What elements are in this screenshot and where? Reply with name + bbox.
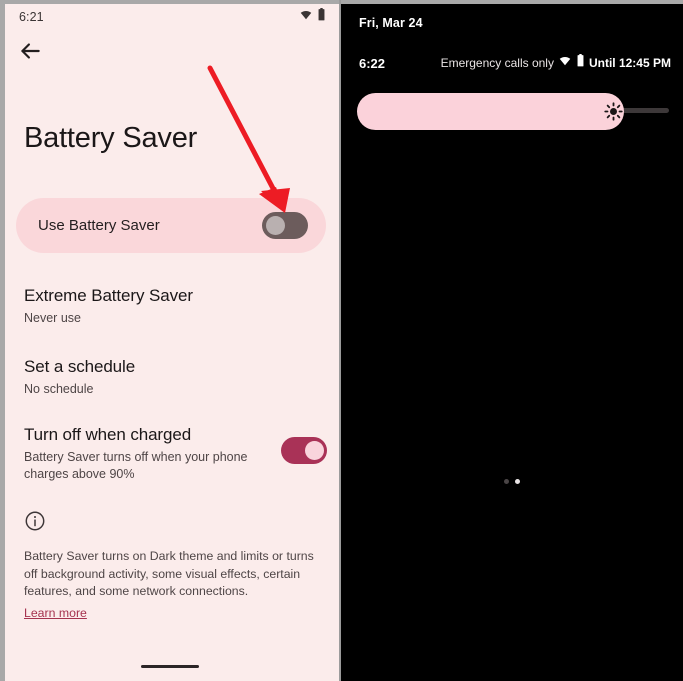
setting-subtitle: Battery Saver turns off when your phone …: [24, 450, 248, 481]
brightness-sun-icon: [604, 102, 623, 121]
setting-set-a-schedule[interactable]: Set a schedule No schedule: [24, 356, 324, 397]
toggle-knob: [266, 216, 285, 235]
setting-title: Set a schedule: [24, 357, 136, 376]
settings-status-bar: 6:21: [0, 4, 339, 30]
page-dot[interactable]: [504, 479, 509, 484]
use-battery-saver-row[interactable]: Use Battery Saver: [16, 198, 326, 253]
info-circle-icon: [24, 510, 46, 532]
page-title: Battery Saver: [24, 122, 198, 154]
brightness-slider[interactable]: [357, 93, 669, 130]
battery-saver-settings-panel: 6:21 Battery Saver Use Battery Saver Ext…: [0, 0, 341, 681]
brightness-fill: [357, 93, 624, 130]
turn-off-when-charged-toggle[interactable]: [281, 437, 327, 464]
quick-settings-clock: 6:22: [359, 55, 386, 71]
home-indicator[interactable]: [140, 665, 199, 668]
page-dot-active[interactable]: [515, 479, 520, 484]
battery-icon: [317, 8, 326, 26]
setting-subtitle: No schedule: [24, 382, 94, 396]
screenshot-root: 6:21 Battery Saver Use Battery Saver Ext…: [0, 0, 683, 681]
status-bar-time: 6:21: [19, 10, 44, 24]
status-bar-icons: [299, 8, 326, 26]
use-battery-saver-label: Use Battery Saver: [38, 217, 160, 234]
use-battery-saver-toggle[interactable]: [262, 212, 308, 239]
learn-more-link[interactable]: Learn more: [24, 606, 87, 620]
setting-extreme-battery-saver[interactable]: Extreme Battery Saver Never use: [24, 285, 324, 326]
quick-settings-panel: Fri, Mar 24 6:22 Emergency calls only Un…: [341, 0, 683, 681]
setting-text-block: Turn off when charged Battery Saver turn…: [24, 425, 259, 482]
page-indicator[interactable]: [341, 479, 683, 484]
battery-status-label: Until 12:45 PM: [588, 56, 671, 70]
carrier-status-label: Emergency calls only: [440, 56, 554, 70]
wifi-icon: [299, 8, 313, 26]
quick-settings-status-row: 6:22 Emergency calls only Until 12:45 PM: [341, 53, 683, 73]
battery-icon: [576, 54, 585, 72]
quick-settings-date: Fri, Mar 24: [359, 16, 423, 30]
setting-title: Turn off when charged: [24, 425, 192, 444]
setting-title: Extreme Battery Saver: [24, 286, 193, 305]
wifi-icon: [558, 54, 572, 72]
setting-subtitle: Never use: [24, 311, 81, 325]
footer-description: Battery Saver turns on Dark theme and li…: [24, 549, 314, 598]
back-button[interactable]: [17, 38, 43, 64]
toggle-knob: [305, 441, 324, 460]
setting-turn-off-when-charged[interactable]: Turn off when charged Battery Saver turn…: [24, 425, 327, 482]
quick-settings-status-right: Emergency calls only Until 12:45 PM: [441, 54, 671, 72]
